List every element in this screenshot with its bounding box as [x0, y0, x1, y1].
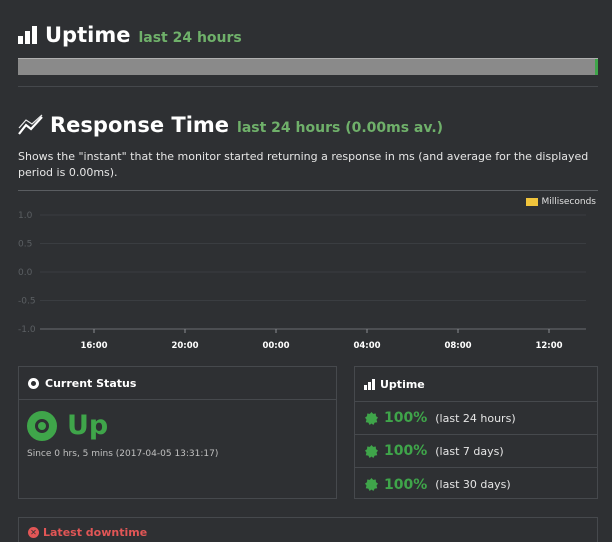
- status-text: Up: [67, 410, 109, 441]
- response-time-header: Response Time last 24 hours (0.00ms av.): [18, 110, 443, 140]
- y-tick-label: 0.5: [18, 240, 32, 250]
- y-tick-label: 1.0: [18, 211, 33, 221]
- response-time-title: Response Time: [50, 113, 230, 137]
- uptime-row-30d: 100% (last 30 days): [355, 468, 597, 501]
- y-tick-label: -1.0: [18, 325, 36, 335]
- x-tick-label: 16:00: [80, 341, 107, 351]
- uptime-panel: Uptime 100% (last 24 hours) 100% (last 7…: [354, 366, 598, 499]
- bar-chart-icon: [364, 378, 375, 390]
- y-tick-label: 0.0: [18, 268, 33, 278]
- uptime-period: (last 7 days): [435, 444, 504, 458]
- response-time-description: Shows the "instant" that the monitor sta…: [18, 150, 589, 179]
- uptime-row-24h: 100% (last 24 hours): [355, 402, 597, 435]
- uptime-title: Uptime: [45, 23, 131, 47]
- latest-downtime-title: Latest downtime: [43, 525, 148, 539]
- uptime-percent: 100%: [384, 476, 428, 493]
- bar-chart-icon: [18, 26, 37, 44]
- section-divider: [18, 86, 598, 87]
- response-time-subtitle: last 24 hours (0.00ms av.): [237, 119, 444, 136]
- uptime-row-7d: 100% (last 7 days): [355, 435, 597, 468]
- uptime-panel-title: Uptime: [380, 377, 425, 391]
- response-time-chart[interactable]: 1.0 0.5 0.0 -0.5 -1.0 16:00 20:00 00:00 04:00 08:…: [0, 205, 612, 355]
- uptime-subtitle: last 24 hours: [138, 29, 242, 46]
- circle-dot-icon: [28, 377, 39, 389]
- current-status-title: Current Status: [45, 376, 137, 390]
- seal-badge-icon: [365, 411, 378, 425]
- seal-badge-icon: [365, 444, 378, 458]
- x-tick-label: 12:00: [535, 341, 562, 351]
- current-status-panel: Current Status Up Since 0 hrs, 5 mins (2…: [18, 366, 337, 499]
- x-tick-label: 04:00: [353, 341, 380, 351]
- x-tick-label: 20:00: [171, 341, 198, 351]
- status-since: Since 0 hrs, 5 mins (2017-04-05 13:31:17…: [27, 449, 219, 459]
- seal-badge-icon: [365, 478, 378, 491]
- uptime-percent: 100%: [384, 410, 428, 426]
- x-tick-label: 00:00: [262, 341, 289, 351]
- chart-top-rule: [18, 190, 598, 191]
- x-tick-label: 08:00: [444, 341, 471, 351]
- line-chart-icon: [18, 114, 43, 135]
- uptime-period: (last 24 hours): [435, 411, 516, 425]
- uptime-period: (last 30 days): [435, 478, 511, 491]
- status-up-icon: [27, 410, 57, 441]
- status-indicator: Up: [27, 410, 108, 441]
- uptime-bar[interactable]: [18, 58, 598, 75]
- uptime-bar-up-segment[interactable]: [595, 59, 598, 75]
- y-tick-label: -0.5: [18, 297, 36, 307]
- latest-downtime-panel: ✕ Latest downtime: [18, 517, 598, 542]
- current-status-header: Current Status: [19, 367, 336, 400]
- uptime-percent: 100%: [384, 443, 428, 459]
- error-circle-icon: ✕: [28, 526, 39, 538]
- uptime-panel-header: Uptime: [355, 367, 597, 402]
- uptime-header: Uptime last 24 hours: [18, 20, 242, 50]
